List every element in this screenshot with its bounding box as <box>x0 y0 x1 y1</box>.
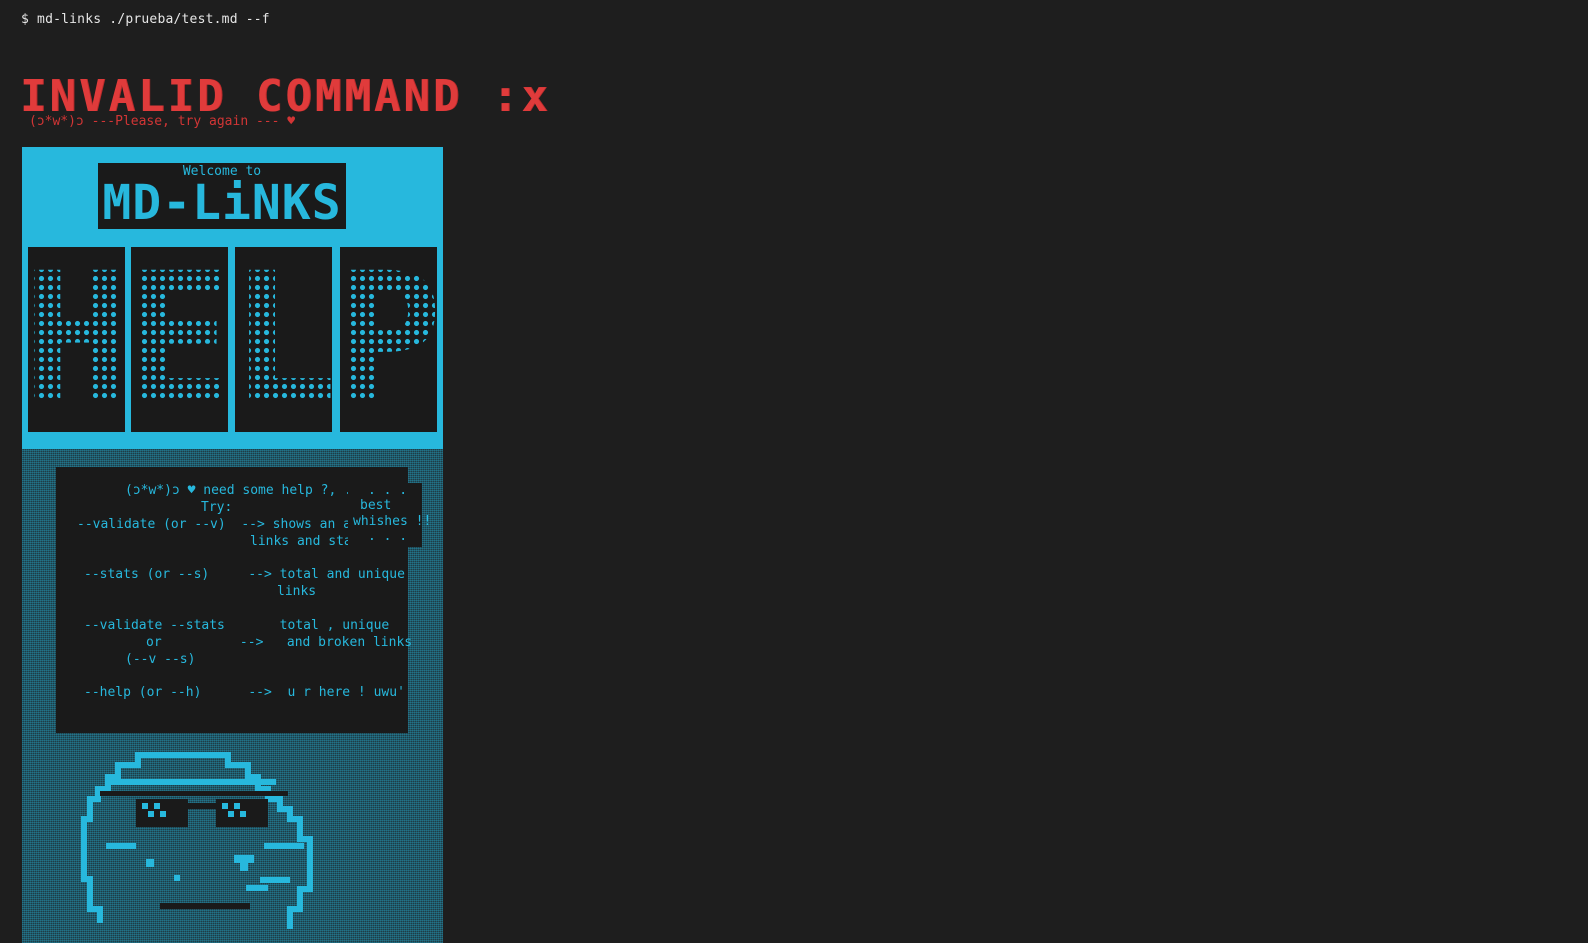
help-validate-stats-short: (--v --s) <box>125 652 196 667</box>
help-stats-option: --stats (or --s) --> total and unique <box>84 567 405 582</box>
terminal-prompt: $ md-links ./prueba/test.md --f <box>21 12 270 27</box>
help-try-label: Try: <box>201 500 233 515</box>
help-letter-l: L <box>229 235 338 444</box>
help-letter-p: P <box>334 235 443 444</box>
bubble-dots-top: . . . <box>368 483 408 498</box>
help-stats-desc: links <box>277 584 317 599</box>
welcome-box: Welcome to MD-LiNKS <box>98 163 346 231</box>
error-subtitle: (ɔ*w*)ɔ ---Please, try again --- ♥ <box>29 114 296 129</box>
help-panel: Welcome to MD-LiNKS H E L P (ɔ*w*)ɔ ♥ ne… <box>22 147 443 943</box>
speech-bubble: . . . best whishes !! . . . <box>348 483 431 547</box>
help-help-option: --help (or --h) --> u r here ! uwu' <box>84 685 405 700</box>
help-validate-stats-option: --validate --stats total , unique <box>84 618 390 633</box>
cat-ascii-art <box>81 752 313 929</box>
bubble-dots-bottom: . . . <box>368 529 408 544</box>
brand-logo: MD-LiNKS <box>102 175 342 231</box>
bubble-line-2: whishes !! <box>353 514 432 529</box>
help-intro: (ɔ*w*)ɔ ♥ need some help ?, ... <box>125 483 368 498</box>
help-letter-e: E <box>125 235 234 444</box>
help-banner: Welcome to MD-LiNKS H E L P <box>22 147 443 449</box>
bubble-line-1: best <box>360 498 392 513</box>
help-ascii-art: H E L P <box>22 235 443 444</box>
help-letter-h: H <box>22 235 131 444</box>
help-validate-stats-or: or --> and broken links <box>146 635 413 650</box>
